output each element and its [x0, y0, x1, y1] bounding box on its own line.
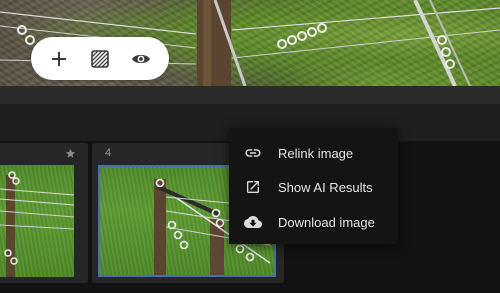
- add-button[interactable]: [45, 45, 73, 73]
- star-icon[interactable]: [65, 146, 76, 164]
- view-button[interactable]: [127, 45, 155, 73]
- filmstrip-card[interactable]: [0, 143, 88, 283]
- link-icon: [243, 143, 263, 163]
- thumbnail-image: [0, 171, 74, 277]
- menu-item-relink-image[interactable]: Relink image: [229, 136, 398, 170]
- open-in-new-icon: [243, 177, 263, 197]
- floating-toolbar: [31, 37, 169, 80]
- menu-item-show-ai-results[interactable]: Show AI Results: [229, 170, 398, 204]
- menu-item-label: Show AI Results: [278, 179, 373, 195]
- plus-icon: [52, 51, 67, 66]
- app-root: 4 Relink image Show AI Results Download …: [0, 0, 500, 293]
- card-thumbnail[interactable]: [0, 165, 74, 277]
- image-viewer[interactable]: [0, 0, 500, 86]
- context-menu: Relink image Show AI Results Download im…: [229, 128, 398, 244]
- cloud-download-icon: [243, 212, 263, 232]
- menu-item-label: Download image: [278, 214, 375, 230]
- menu-item-label: Relink image: [278, 145, 354, 161]
- pattern-button[interactable]: [86, 45, 114, 73]
- card-number: 4: [105, 147, 112, 159]
- hatch-pattern-icon: [91, 49, 109, 68]
- eye-icon: [131, 54, 150, 63]
- menu-item-download-image[interactable]: Download image: [229, 205, 398, 239]
- viewer-footer-bar: [0, 86, 500, 104]
